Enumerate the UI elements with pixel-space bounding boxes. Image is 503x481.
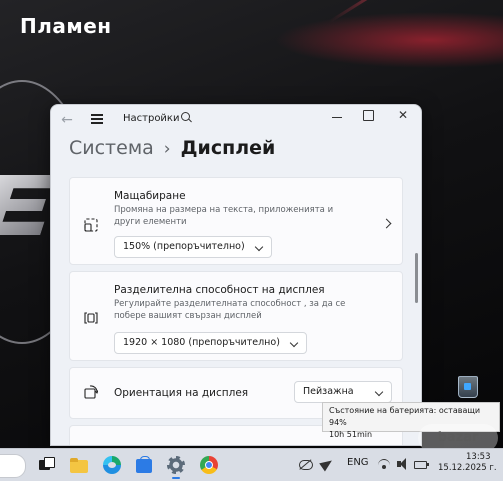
wallpaper-light-streak xyxy=(329,0,503,23)
chrome-browser-icon[interactable] xyxy=(200,456,218,474)
desktop-user-name: Пламен xyxy=(20,14,112,38)
resolution-icon xyxy=(84,312,98,324)
settings-app-icon[interactable] xyxy=(167,456,185,474)
scale-setting-card[interactable]: Мащабиране Промяна на размера на текста,… xyxy=(69,177,403,265)
breadcrumb-separator: › xyxy=(163,139,171,159)
settings-window: ← Настройки ✕ Система › Дисплей Мащабира… xyxy=(50,104,422,446)
active-app-indicator xyxy=(172,477,180,479)
wifi-icon[interactable] xyxy=(377,457,391,471)
back-arrow-icon[interactable]: ← xyxy=(59,112,75,128)
resolution-dropdown-value: 1920 × 1080 (препоръчително) xyxy=(123,337,280,348)
chevron-right-icon[interactable] xyxy=(381,218,392,229)
clock-date[interactable]: 15.12.2025 г. xyxy=(438,463,497,473)
input-language-indicator[interactable]: ENG xyxy=(347,457,369,468)
window-title: Настройки xyxy=(123,113,180,124)
speaker-icon[interactable] xyxy=(396,457,410,471)
battery-icon[interactable] xyxy=(414,457,429,471)
resolution-description: Регулирайте разделителната способност , … xyxy=(114,299,346,321)
orientation-title: Ориентация на дисплея xyxy=(114,387,249,399)
clock-time[interactable]: 13:53 xyxy=(466,452,491,463)
edge-browser-icon[interactable] xyxy=(103,456,121,474)
title-bar: ← Настройки ✕ xyxy=(51,105,421,135)
taskbar-search-box[interactable] xyxy=(0,454,26,478)
minimize-button[interactable] xyxy=(329,109,345,125)
file-explorer-icon[interactable] xyxy=(70,456,88,474)
scale-icon xyxy=(84,218,98,232)
taskbar: ENG 13:53 15.12.2025 г. xyxy=(0,448,503,481)
location-arrow-icon[interactable] xyxy=(320,457,334,471)
maximize-button[interactable] xyxy=(363,110,374,121)
orientation-icon xyxy=(84,385,98,399)
breadcrumb: Система › Дисплей xyxy=(69,137,275,167)
scale-dropdown[interactable]: 150% (препоръчително) xyxy=(114,236,272,258)
chevron-down-icon xyxy=(254,242,263,252)
hamburger-menu-icon[interactable] xyxy=(91,114,103,124)
orientation-dropdown-value: Пейзажна xyxy=(303,386,354,397)
breadcrumb-system-link[interactable]: Система xyxy=(69,137,154,159)
resolution-dropdown[interactable]: 1920 × 1080 (препоръчително) xyxy=(114,332,307,354)
orientation-dropdown[interactable]: Пейзажна xyxy=(294,381,392,403)
microsoft-store-icon[interactable] xyxy=(135,456,153,474)
resolution-title: Разделителна способност на дисплея xyxy=(114,284,325,296)
scrollbar[interactable] xyxy=(415,253,418,303)
chevron-down-icon xyxy=(289,338,299,348)
close-button[interactable]: ✕ xyxy=(395,107,411,123)
chevron-down-icon xyxy=(374,387,384,397)
scale-title: Мащабиране xyxy=(114,190,186,202)
scale-description: Промяна на размера на текста, приложения… xyxy=(114,205,334,227)
resolution-setting-card: Разделителна способност на дисплея Регул… xyxy=(69,271,403,361)
recycle-bin-icon[interactable] xyxy=(458,376,478,398)
task-view-icon[interactable] xyxy=(37,456,55,474)
cloud-offline-icon[interactable] xyxy=(298,457,313,471)
page-title: Дисплей xyxy=(180,137,276,159)
search-icon[interactable] xyxy=(181,112,192,123)
scale-dropdown-value: 150% (препоръчително) xyxy=(123,241,245,252)
